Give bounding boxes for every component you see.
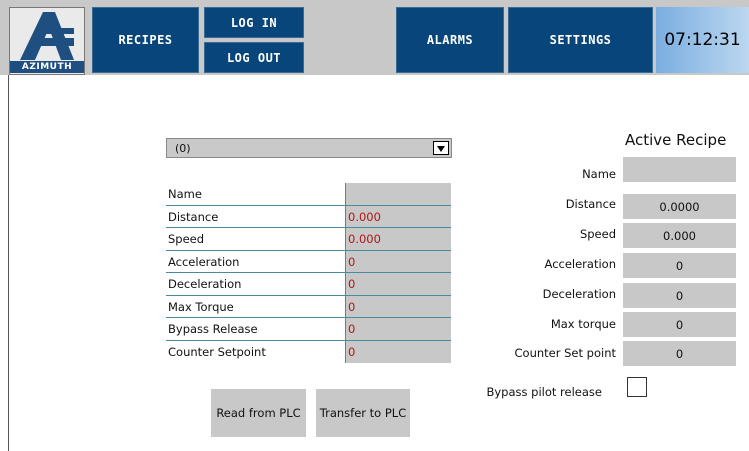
- param-value-field[interactable]: 0: [345, 295, 451, 317]
- param-row-name: Name: [166, 183, 451, 206]
- settings-button[interactable]: SETTINGS: [508, 7, 653, 73]
- param-label: Deceleration: [168, 277, 242, 291]
- param-label: Max Torque: [168, 299, 234, 314]
- active-label-name: Name: [582, 167, 616, 181]
- logout-button[interactable]: LOG OUT: [204, 42, 304, 73]
- param-label: Name: [168, 187, 202, 201]
- recipe-select-value: (0): [175, 142, 191, 155]
- active-value-deceleration: 0: [623, 283, 736, 308]
- azimuth-logo-icon: [20, 12, 74, 60]
- param-value-field[interactable]: 0: [345, 340, 451, 363]
- recipes-button[interactable]: RECIPES: [92, 7, 199, 73]
- param-value-field[interactable]: 0.000: [345, 205, 451, 227]
- active-label-deceleration: Deceleration: [542, 287, 616, 301]
- active-label-counter-set-point: Counter Set point: [514, 346, 616, 360]
- param-row-counter-setpoint: Counter Setpoint 0: [166, 340, 451, 363]
- param-value-field[interactable]: 0: [345, 318, 451, 340]
- bypass-pilot-release-label: Bypass pilot release: [486, 385, 602, 399]
- param-row-bypass-release: Bypass Release 0: [166, 318, 451, 341]
- active-value-max-torque: 0: [623, 312, 736, 337]
- param-row-deceleration: Deceleration 0: [166, 273, 451, 296]
- active-value-name: [623, 157, 736, 182]
- param-value-field[interactable]: 0.000: [345, 228, 451, 250]
- active-value-distance: 0.0000: [623, 194, 736, 219]
- login-button[interactable]: LOG IN: [204, 7, 304, 38]
- active-value-counter-set-point: 0: [623, 341, 736, 366]
- logo-text: AZIMUTH: [10, 61, 84, 73]
- active-value-speed: 0.000: [623, 223, 736, 248]
- dropdown-arrow-icon[interactable]: [433, 141, 449, 155]
- param-value-field[interactable]: [345, 183, 451, 205]
- param-label: Acceleration: [168, 254, 240, 269]
- top-navigation-bar: AZIMUTH RECIPES LOG IN LOG OUT ALARMS SE…: [0, 0, 749, 75]
- active-label-distance: Distance: [565, 197, 616, 211]
- param-value-field[interactable]: 0: [345, 273, 451, 295]
- azimuth-logo: AZIMUTH: [9, 7, 85, 75]
- active-label-speed: Speed: [579, 227, 616, 241]
- param-row-max-torque: Max Torque 0: [166, 295, 451, 318]
- active-label-max-torque: Max torque: [550, 317, 616, 331]
- param-row-acceleration: Acceleration 0: [166, 250, 451, 273]
- recipe-select-dropdown[interactable]: (0): [166, 138, 452, 158]
- clock-display: 07:12:31: [656, 7, 749, 73]
- left-divider: [8, 75, 9, 451]
- active-recipe-title: Active Recipe: [625, 131, 727, 149]
- param-row-distance: Distance 0.000: [166, 205, 451, 228]
- param-label: Speed: [168, 232, 205, 246]
- param-label: Distance: [168, 209, 219, 224]
- recipe-parameters-table: Name Distance 0.000 Speed 0.000 Accelera…: [166, 183, 451, 363]
- param-value-field[interactable]: 0: [345, 250, 451, 272]
- param-label: Counter Setpoint: [168, 344, 266, 359]
- active-label-acceleration: Acceleration: [544, 257, 616, 271]
- param-row-speed: Speed 0.000: [166, 228, 451, 251]
- param-label: Bypass Release: [168, 322, 258, 336]
- transfer-to-plc-button[interactable]: Transfer to PLC: [316, 389, 410, 437]
- bypass-pilot-release-checkbox[interactable]: [627, 377, 647, 397]
- alarms-button[interactable]: ALARMS: [396, 7, 504, 73]
- read-from-plc-button[interactable]: Read from PLC: [211, 389, 306, 437]
- active-value-acceleration: 0: [623, 253, 736, 278]
